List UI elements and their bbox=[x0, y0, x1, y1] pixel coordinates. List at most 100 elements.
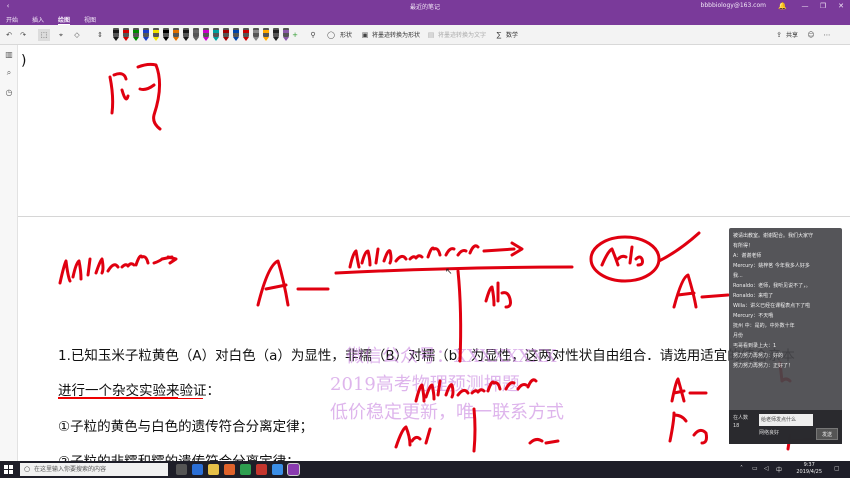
eraser-icon[interactable]: ◇ bbox=[72, 29, 82, 41]
undo-icon[interactable]: ↶ bbox=[4, 29, 14, 41]
volume-icon[interactable]: ◁ bbox=[764, 465, 769, 472]
pen-icon[interactable] bbox=[252, 28, 260, 42]
pen-icon[interactable] bbox=[262, 28, 270, 42]
chat-message: Mercury：不天哦 bbox=[733, 313, 774, 319]
pen-icon[interactable] bbox=[152, 28, 160, 42]
chat-message: 我... bbox=[733, 273, 743, 279]
tray-up-icon[interactable]: ˄ bbox=[740, 465, 743, 472]
send-button[interactable]: 发送 bbox=[816, 428, 838, 440]
tab-view[interactable]: 视图 bbox=[84, 15, 96, 24]
pen-icon[interactable] bbox=[242, 28, 250, 42]
pen-icon[interactable] bbox=[192, 28, 200, 42]
chat-message: Ronaldo：老师，我听见说不了，。 bbox=[733, 283, 811, 289]
add-space-icon[interactable]: ⇕ bbox=[96, 29, 104, 41]
share-icon[interactable]: ⇪ bbox=[774, 29, 784, 41]
chat-footer: 在人数 18 给老师发点什么 网络良好 发送 bbox=[729, 410, 842, 444]
app-icon-2[interactable] bbox=[240, 464, 251, 475]
chat-message: Mercury：姚梓茗 今年我多人好多 bbox=[733, 263, 810, 269]
select-icon[interactable]: ⌖ bbox=[56, 29, 66, 41]
pen-icon[interactable] bbox=[282, 28, 290, 42]
notification-icon[interactable]: ▢ bbox=[834, 465, 840, 472]
title-bar: ‹ 最近的笔记 bbbbiology@163.com 🔔 — ❐ ✕ bbox=[0, 0, 850, 12]
redo-icon[interactable]: ↷ bbox=[18, 29, 28, 41]
pen-icon[interactable] bbox=[202, 28, 210, 42]
taskbar-search-placeholder: 在这里输入你要搜索的内容 bbox=[34, 466, 107, 473]
recent-icon[interactable]: ◷ bbox=[3, 87, 15, 99]
search-circle-icon: ○ bbox=[24, 465, 31, 473]
pen-icon[interactable] bbox=[232, 28, 240, 42]
close-button[interactable]: ✕ bbox=[834, 0, 848, 12]
tab-draw[interactable]: 绘图 bbox=[58, 15, 71, 25]
app-icon-1[interactable] bbox=[224, 464, 235, 475]
ruler-icon[interactable]: ⚲ bbox=[308, 29, 318, 41]
draw-ribbon: ↶ ↷ ⬚ ⌖ ◇ ⇕ + ⚲ ◯ 形状 ▣ 将墨迹转换为形状 ▤ 将墨迹转换为… bbox=[0, 25, 850, 45]
pen-icon[interactable] bbox=[142, 28, 150, 42]
taskbar-search[interactable]: ○ 在这里输入你要搜索的内容 bbox=[20, 463, 168, 476]
edge-icon[interactable] bbox=[192, 464, 203, 475]
pen-icon[interactable] bbox=[222, 28, 230, 42]
onenote-icon[interactable] bbox=[287, 463, 300, 476]
minimize-button[interactable]: — bbox=[798, 0, 812, 12]
start-icon[interactable] bbox=[4, 465, 13, 474]
math-label[interactable]: 数学 bbox=[506, 30, 518, 39]
more-icon[interactable]: ⋯ bbox=[822, 29, 832, 41]
add-pen-icon[interactable]: + bbox=[290, 29, 300, 41]
chat-message: 丐哥看到录上大：1 bbox=[733, 343, 777, 349]
tab-insert[interactable]: 插入 bbox=[32, 15, 44, 24]
ink-to-text-icon[interactable]: ▤ bbox=[426, 29, 436, 41]
math-icon[interactable]: ∑ bbox=[494, 29, 504, 41]
pen-icon[interactable] bbox=[162, 28, 170, 42]
clock: 9:37 2019/4/25 bbox=[796, 462, 822, 476]
lasso-select-icon[interactable]: ⬚ bbox=[38, 29, 50, 41]
chat-messages: 被请出教室。谢谢配合。我们大家守 有所得！ A：谢谢老师 Mercury：姚梓茗 今年… bbox=[729, 228, 842, 371]
chat-message: 努力努力再努力：正好了！ bbox=[733, 363, 794, 369]
explorer-icon[interactable] bbox=[208, 464, 219, 475]
tab-home[interactable]: 开始 bbox=[6, 15, 18, 24]
chat-message: A：谢谢老师 bbox=[733, 253, 762, 259]
share-label[interactable]: 共享 bbox=[786, 30, 798, 39]
pen-icon[interactable] bbox=[212, 28, 220, 42]
menu-tabs: 开始 插入 绘图 视图 bbox=[0, 12, 850, 25]
clock-date: 2019/4/25 bbox=[796, 469, 822, 475]
chat-message: Ronaldo：来啦了 bbox=[733, 293, 774, 299]
chat-panel: 被请出教室。谢谢配合。我们大家守 有所得！ A：谢谢老师 Mercury：姚梓茗 今年… bbox=[729, 228, 842, 444]
pen-icon[interactable] bbox=[132, 28, 140, 42]
user-account[interactable]: bbbbiology@163.com bbox=[701, 2, 766, 9]
pen-icon[interactable] bbox=[112, 28, 120, 42]
chat-message: 抚州 中：是的，中外数十年 bbox=[733, 323, 795, 329]
ink-to-shape-label[interactable]: 将墨迹转换为形状 bbox=[372, 30, 420, 39]
shape-icon[interactable]: ◯ bbox=[326, 29, 336, 41]
maximize-button[interactable]: ❐ bbox=[816, 0, 830, 12]
pen-icon[interactable] bbox=[122, 28, 130, 42]
ink-to-shape-icon[interactable]: ▣ bbox=[360, 29, 370, 41]
clock-time: 9:37 bbox=[803, 462, 815, 468]
shape-label[interactable]: 形状 bbox=[340, 30, 352, 39]
app-icon-4[interactable] bbox=[272, 464, 283, 475]
taskbar: ○ 在这里输入你要搜索的内容 ˄ ▭ ◁ 中 9:37 2019/4/25 ▢ bbox=[0, 461, 850, 478]
person-icon[interactable]: ☺ bbox=[806, 29, 816, 41]
chat-message: 被请出教室。谢谢配合。我们大家守 bbox=[733, 233, 814, 239]
online-count: 在人数 18 bbox=[733, 414, 755, 440]
chat-input[interactable]: 给老师发点什么 bbox=[759, 414, 813, 426]
chat-message: 有所得！ bbox=[733, 243, 754, 249]
ink-to-text-label[interactable]: 将墨迹转换为文字 bbox=[438, 30, 486, 39]
ime-icon[interactable]: 中 bbox=[776, 465, 782, 474]
online-count-value: 18 bbox=[733, 423, 740, 429]
network-status: 网络良好 bbox=[759, 430, 780, 436]
chat-message: Willa：讲义已经在课程表点下了啦 bbox=[733, 303, 811, 309]
bell-icon[interactable]: 🔔 bbox=[778, 0, 790, 12]
pen-icon[interactable] bbox=[182, 28, 190, 42]
handwriting-ink bbox=[58, 62, 814, 453]
network-icon[interactable]: ▭ bbox=[752, 465, 758, 472]
app-icon-3[interactable] bbox=[256, 464, 267, 475]
chat-message: 努力努力再努力：好的 bbox=[733, 353, 784, 359]
notebooks-icon[interactable]: ▥ bbox=[3, 49, 15, 61]
note-canvas[interactable]: ) 1.已知玉米子粒黄色（A）对白色（a）为显性，非糯（B）对糯（b）为显性，这… bbox=[18, 45, 850, 464]
pen-icon[interactable] bbox=[272, 28, 280, 42]
online-count-label: 在人数 bbox=[733, 415, 749, 421]
pen-icon[interactable] bbox=[172, 28, 180, 42]
mouse-cursor-icon: ↖ bbox=[445, 267, 453, 277]
search-icon[interactable]: ⌕ bbox=[3, 67, 15, 79]
task-view-icon[interactable] bbox=[176, 464, 187, 475]
sidebar: ▥ ⌕ ◷ bbox=[0, 45, 18, 461]
